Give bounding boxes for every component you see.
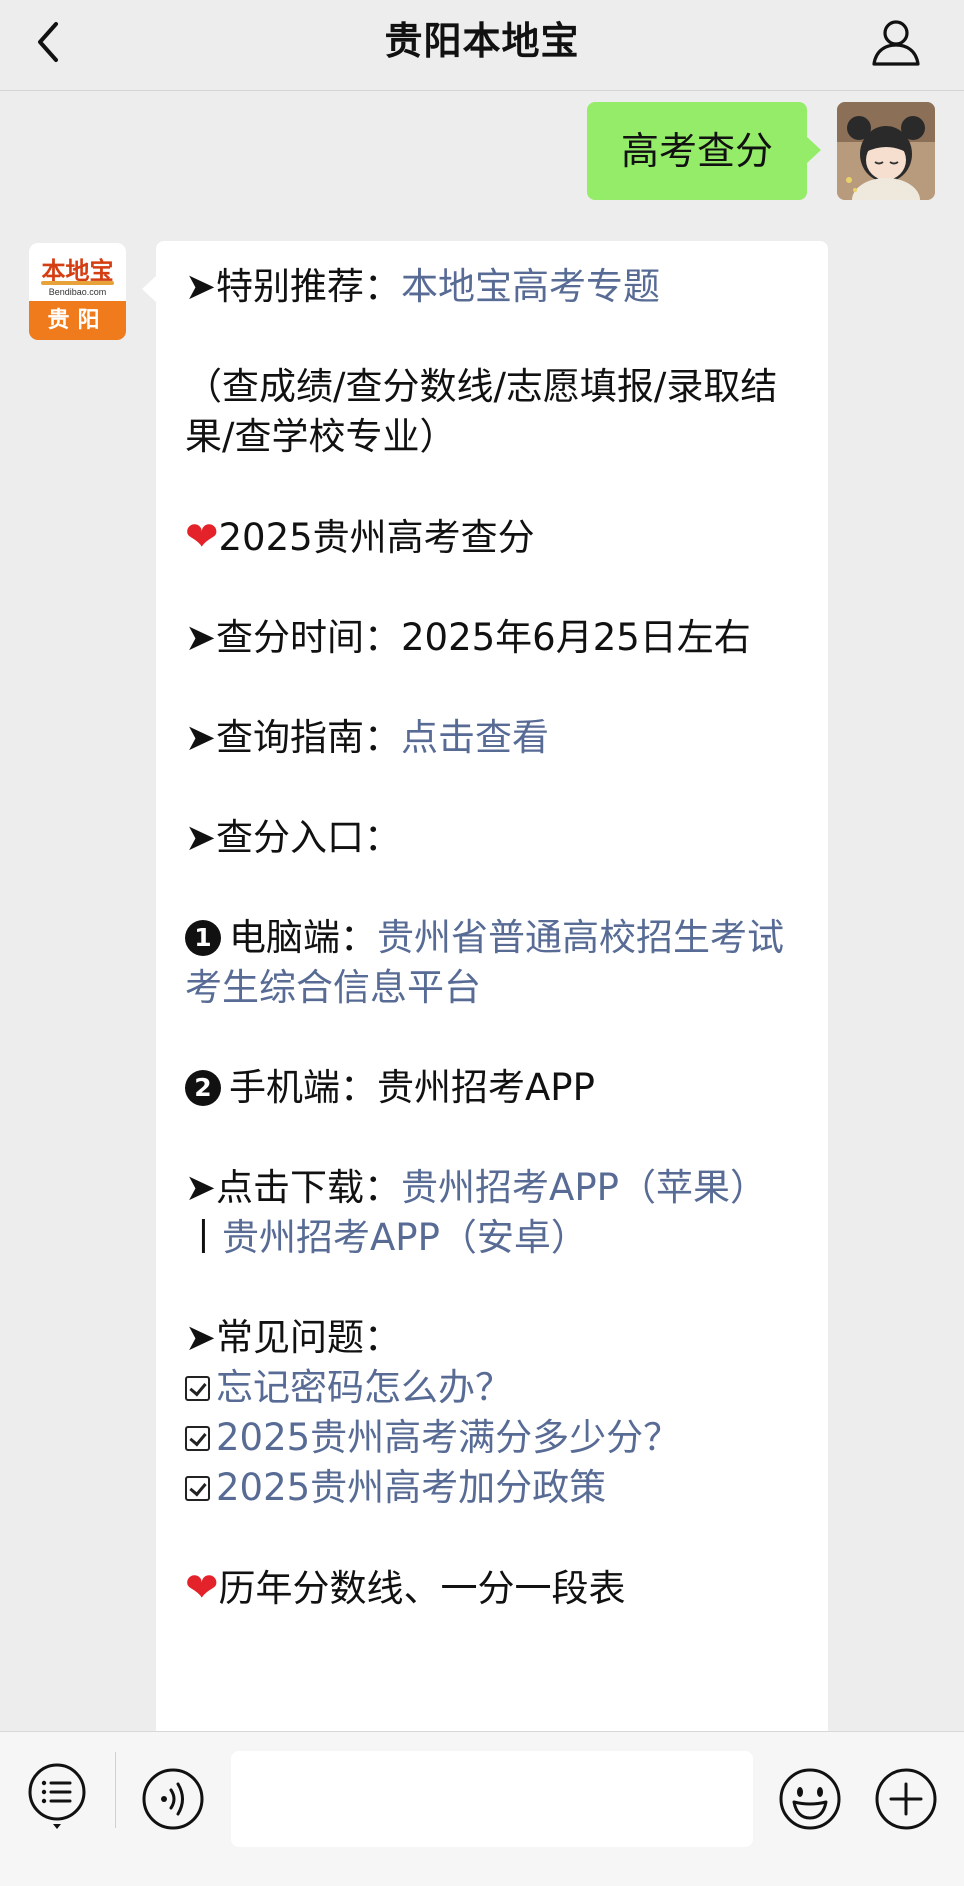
faq-item: 2025贵州高考加分政策: [185, 1463, 795, 1513]
plus-icon: [875, 1768, 937, 1830]
section-heading-scores: ❤历年分数线、一分一段表: [185, 1565, 626, 1611]
pc-entry-line: 1 电脑端：贵州省普通高校招生考试考生综合信息平台: [185, 916, 784, 1009]
user-message-text: 高考查分: [620, 129, 773, 173]
faq-item: 忘记密码怎么办？: [185, 1363, 795, 1413]
download-android-link[interactable]: 贵州招考APP（安卓）: [222, 1216, 588, 1259]
checkbox-icon: [185, 1376, 210, 1401]
download-line: ➤点击下载：贵州招考APP（苹果）丨贵州招考APP（安卓）: [185, 1166, 767, 1259]
checkbox-icon: [185, 1476, 210, 1501]
recommend-line: ➤特别推荐：本地宝高考专题: [185, 265, 661, 308]
nav-bar: 贵阳本地宝: [0, 0, 964, 91]
faq-link-password[interactable]: 忘记密码怎么办？: [216, 1366, 512, 1409]
user-message-bubble[interactable]: 高考查分: [587, 102, 821, 200]
chat-input-bar: [0, 1731, 964, 1886]
person-icon: [872, 20, 920, 66]
list-menu-icon: [28, 1763, 86, 1829]
voice-icon: [142, 1768, 204, 1830]
brand-logo-city: 贵阳: [29, 301, 126, 340]
services-text: （查成绩/查分数线/志愿填报/录取结果/查学校专业）: [185, 365, 778, 458]
query-time-line: ➤查分时间：2025年6月25日左右: [185, 616, 751, 659]
menu-button[interactable]: [24, 1760, 90, 1832]
heart-icon: ❤: [185, 1565, 219, 1611]
brand-logo-domain: Bendibao.com: [48, 287, 107, 297]
section-heading-query: ❤2025贵州高考查分: [185, 514, 535, 560]
bot-message-content: ➤特别推荐：本地宝高考专题 （查成绩/查分数线/志愿填报/录取结果/查学校专业）…: [185, 262, 795, 1614]
emoji-button[interactable]: [777, 1766, 843, 1832]
message-input[interactable]: [231, 1751, 753, 1847]
faq-link-full-score[interactable]: 2025贵州高考满分多少分？: [216, 1416, 680, 1459]
number-two-icon: 2: [185, 1070, 221, 1106]
checkbox-icon: [185, 1426, 210, 1451]
mobile-entry-line: 2 手机端：贵州招考APP: [185, 1063, 795, 1113]
heart-icon: ❤: [185, 514, 219, 560]
recommend-link[interactable]: 本地宝高考专题: [401, 265, 660, 308]
more-button[interactable]: [873, 1766, 939, 1832]
faq-label: ➤常见问题：: [185, 1316, 402, 1359]
entry-label: ➤查分入口：: [185, 816, 402, 859]
emoji-icon: [779, 1768, 841, 1830]
download-ios-link[interactable]: 贵州招考APP（苹果）: [401, 1166, 767, 1209]
voice-button[interactable]: [140, 1766, 206, 1832]
avatar-illustration-icon: [837, 102, 935, 200]
number-one-icon: 1: [185, 920, 221, 956]
guide-line: ➤查询指南：点击查看: [185, 716, 550, 759]
bot-avatar[interactable]: 本地宝 Bendibao.com 贵阳: [29, 243, 126, 340]
faq-item: 2025贵州高考满分多少分？: [185, 1413, 795, 1463]
user-avatar[interactable]: [837, 102, 935, 200]
page-title: 贵阳本地宝: [384, 19, 580, 63]
faq-link-bonus-policy[interactable]: 2025贵州高考加分政策: [216, 1466, 606, 1509]
profile-button[interactable]: [868, 14, 924, 70]
guide-link[interactable]: 点击查看: [401, 716, 549, 759]
